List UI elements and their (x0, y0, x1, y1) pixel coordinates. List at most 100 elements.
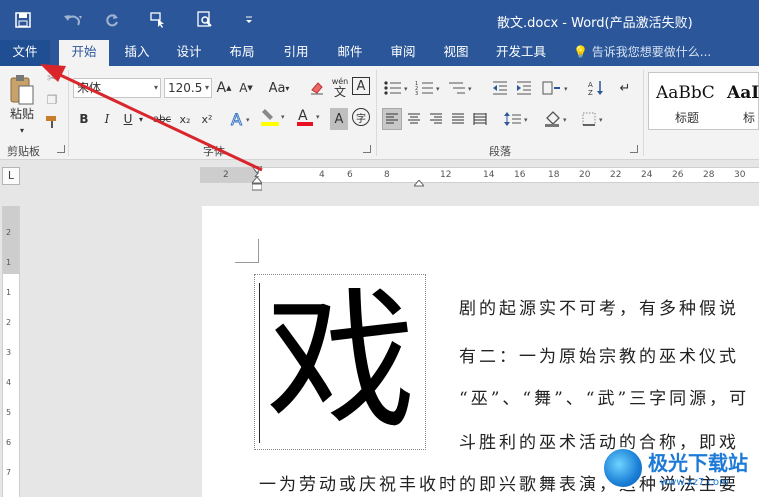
tab-view[interactable]: 视图 (437, 40, 475, 66)
tab-developer[interactable]: 开发工具 (490, 40, 552, 66)
distributed-icon[interactable] (470, 108, 490, 130)
style-name: 标 (743, 111, 756, 125)
margin-corner-mark (235, 239, 259, 263)
horizontal-ruler[interactable]: 2 2 4 6 8 12 14 16 18 20 22 24 26 28 30 (200, 165, 759, 191)
tab-selector[interactable]: L (2, 167, 20, 185)
underline-button[interactable]: U (120, 108, 136, 130)
ruler-tick: 18 (548, 170, 560, 180)
strikethrough-button[interactable]: abc (151, 108, 173, 130)
ruler-tick: 4 (6, 378, 12, 387)
tab-home[interactable]: 开始 (59, 40, 109, 66)
underline-dropdown-icon[interactable]: ▾ (136, 108, 146, 130)
svg-text:A: A (231, 110, 242, 128)
subscript-button[interactable]: x₂ (176, 108, 194, 130)
body-line[interactable]: “巫”、“舞”、“武”三字同源，可 (459, 384, 749, 409)
right-indent-marker[interactable] (412, 177, 426, 187)
shading-icon[interactable]: ▾ (542, 108, 576, 130)
dropcap-character[interactable]: 戏 (261, 277, 421, 447)
tab-insert[interactable]: 插入 (118, 40, 156, 66)
ribbon-tabs: 文件 开始 插入 设计 布局 引用 邮件 审阅 视图 开发工具 💡 告诉我您想要… (0, 40, 759, 66)
superscript-button[interactable]: x² (198, 108, 216, 130)
ruler-tick: 1 (6, 258, 12, 267)
customize-icon[interactable] (240, 8, 258, 32)
ruler-tick: 24 (641, 170, 653, 180)
shrink-font-button[interactable]: A ▼ (237, 77, 255, 99)
tab-file[interactable]: 文件 (0, 40, 50, 66)
line-spacing-icon[interactable]: ▾ (502, 108, 532, 130)
window-title: 散文.docx - Word(产品激活失败) (497, 16, 693, 31)
tab-mailings[interactable]: 邮件 (331, 40, 369, 66)
font-color-icon[interactable]: A ▾ (294, 106, 326, 128)
watermark-url: www.xz7.com (660, 477, 729, 488)
change-case-icon: Aa (268, 80, 286, 96)
highlight-color-icon[interactable]: ▾ (258, 106, 290, 128)
change-case-button[interactable]: Aa ▾ (264, 77, 294, 99)
svg-text:▾: ▾ (316, 113, 320, 121)
borders-icon[interactable]: ▾ (580, 108, 610, 130)
ruler-tick: 30 (734, 170, 746, 180)
align-center-icon[interactable] (404, 108, 424, 130)
redo-icon[interactable] (102, 8, 122, 32)
copy-icon[interactable]: ❐ (44, 92, 60, 108)
body-line[interactable]: 有二：一为原始宗教的巫术仪式 (459, 342, 739, 367)
multilevel-list-icon[interactable]: ▾ (446, 77, 476, 99)
cut-icon[interactable]: ✂ (44, 70, 60, 86)
text-effects-icon[interactable]: A ▾ (228, 108, 254, 130)
text-cursor (259, 283, 260, 443)
font-size-combo[interactable]: 120.5 ▾ (164, 78, 212, 98)
svg-text:▾: ▾ (281, 113, 285, 121)
style-heading[interactable]: AaBbC 标题 (649, 73, 717, 129)
character-border-button[interactable]: A (352, 77, 370, 95)
grow-font-button[interactable]: A ▲ (215, 77, 233, 99)
save-icon[interactable] (10, 8, 36, 32)
phonetic-char: 文 (333, 85, 346, 99)
tab-layout[interactable]: 布局 (223, 40, 261, 66)
paragraph-launcher-icon[interactable] (630, 145, 638, 153)
tab-references[interactable]: 引用 (277, 40, 315, 66)
tab-review[interactable]: 审阅 (384, 40, 422, 66)
highlight-swatch (261, 122, 279, 126)
paste-button[interactable]: 粘贴 (4, 104, 40, 122)
touch-mode-icon[interactable] (146, 8, 170, 32)
format-painter-icon[interactable] (44, 114, 60, 130)
style-sample: AaBbC (656, 83, 715, 103)
svg-text:A: A (298, 108, 308, 124)
align-right-icon[interactable] (426, 108, 446, 130)
numbering-icon[interactable]: 1 2 3 ▾ (414, 77, 444, 99)
enclose-characters-button[interactable]: 字 (352, 108, 370, 126)
increase-indent-icon[interactable] (514, 77, 534, 99)
watermark-logo-icon (602, 447, 644, 489)
undo-icon[interactable]: ▾ (56, 8, 90, 32)
print-preview-icon[interactable] (193, 8, 217, 32)
clear-format-icon[interactable] (307, 77, 327, 99)
hanging-indent-marker[interactable] (250, 176, 264, 195)
vertical-ruler[interactable]: 2112345678 (2, 206, 20, 497)
font-color-swatch (297, 122, 313, 126)
dropcap-frame[interactable]: 戏 (254, 274, 426, 450)
bold-button[interactable]: B (76, 108, 92, 130)
style-heading-2[interactable]: AaI 标 (721, 73, 759, 129)
phonetic-guide-button[interactable]: wén 文 (330, 74, 350, 100)
ruler-tick: 7 (6, 468, 12, 477)
font-name-combo[interactable]: 宋体 ▾ (73, 78, 161, 98)
sort-icon[interactable]: AZ (586, 77, 606, 99)
chinese-layout-icon[interactable]: ▾ (540, 77, 574, 99)
justify-icon[interactable] (448, 108, 468, 130)
body-line[interactable]: 剧的起源实不可考，有多种假说 (459, 294, 739, 319)
show-marks-icon[interactable]: ↵ (616, 77, 634, 99)
ruler-tick: 6 (347, 170, 353, 180)
tell-me-box[interactable]: 💡 告诉我您想要做什么... (573, 40, 711, 66)
align-left-icon[interactable] (382, 108, 402, 130)
italic-button[interactable]: I (99, 108, 115, 130)
clipboard-launcher-icon[interactable] (57, 145, 65, 153)
font-launcher-icon[interactable] (363, 145, 371, 153)
character-shading-button[interactable]: A (330, 108, 348, 130)
bullets-icon[interactable]: ▾ (382, 77, 412, 99)
paste-dropdown-icon[interactable]: ▾ (14, 124, 30, 136)
tab-design[interactable]: 设计 (170, 40, 208, 66)
svg-text:▾: ▾ (524, 116, 528, 124)
ruler-tick: 14 (483, 170, 495, 180)
svg-text:▾: ▾ (564, 85, 568, 93)
first-line-indent-marker[interactable] (251, 163, 263, 174)
decrease-indent-icon[interactable] (490, 77, 510, 99)
